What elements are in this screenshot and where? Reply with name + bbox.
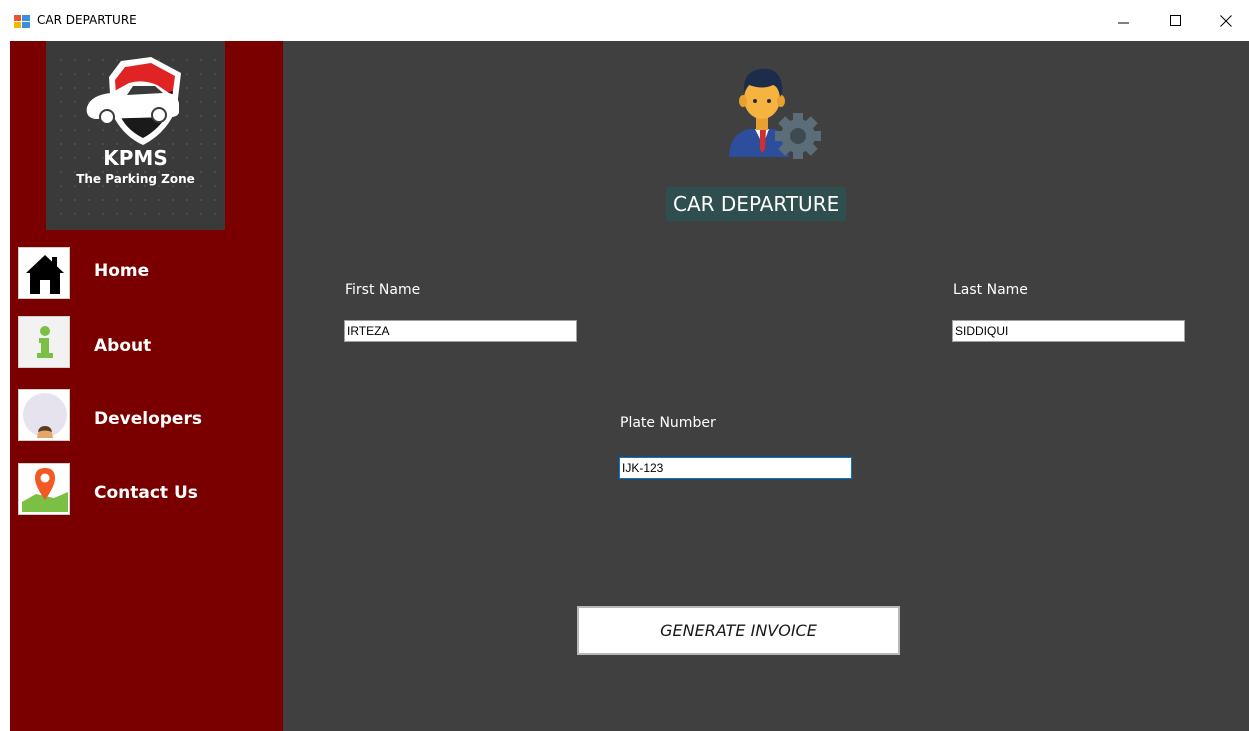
sidebar-item-contact-us[interactable]: Contact Us [18, 463, 268, 515]
manager-settings-icon [729, 68, 821, 159]
app-icon [14, 15, 30, 28]
first-name-field[interactable] [344, 320, 577, 342]
sidebar-item-home[interactable]: Home [18, 247, 268, 299]
minimize-button[interactable] [1101, 0, 1147, 41]
sidebar-item-developers[interactable]: Developers [18, 389, 268, 441]
car-shield-logo [86, 57, 181, 145]
plate-number-field[interactable] [619, 457, 852, 479]
logo-title: KPMS [103, 146, 168, 170]
maximize-icon [1170, 14, 1181, 26]
plate-number-label: Plate Number [620, 415, 716, 431]
developers-icon [18, 389, 70, 441]
logo-panel: KPMS The Parking Zone [46, 41, 225, 230]
maximize-button[interactable] [1153, 0, 1199, 41]
first-name-label: First Name [345, 282, 421, 298]
sidebar-item-label: Home [94, 261, 150, 281]
sidebar-item-label: Developers [94, 409, 202, 429]
home-icon [18, 247, 70, 299]
close-button[interactable] [1203, 0, 1249, 41]
about-icon [18, 316, 70, 368]
minimize-icon [1118, 22, 1129, 23]
title-bar: CAR DEPARTURE [0, 0, 1249, 41]
logo-subtitle: The Parking Zone [76, 172, 195, 186]
sidebar-item-about[interactable]: About [18, 316, 268, 368]
sidebar-item-label: About [94, 336, 152, 356]
close-icon [1220, 14, 1232, 27]
main-panel: CAR DEPARTURE First Name Last Name Plate… [283, 41, 1249, 731]
window-title: CAR DEPARTURE [37, 13, 137, 27]
last-name-field[interactable] [952, 320, 1185, 342]
sidebar-item-label: Contact Us [94, 483, 198, 503]
page-title: CAR DEPARTURE [666, 187, 847, 221]
generate-invoice-button[interactable]: GENERATE INVOICE [577, 606, 900, 655]
last-name-label: Last Name [953, 282, 1028, 298]
location-pin-icon [18, 463, 70, 515]
